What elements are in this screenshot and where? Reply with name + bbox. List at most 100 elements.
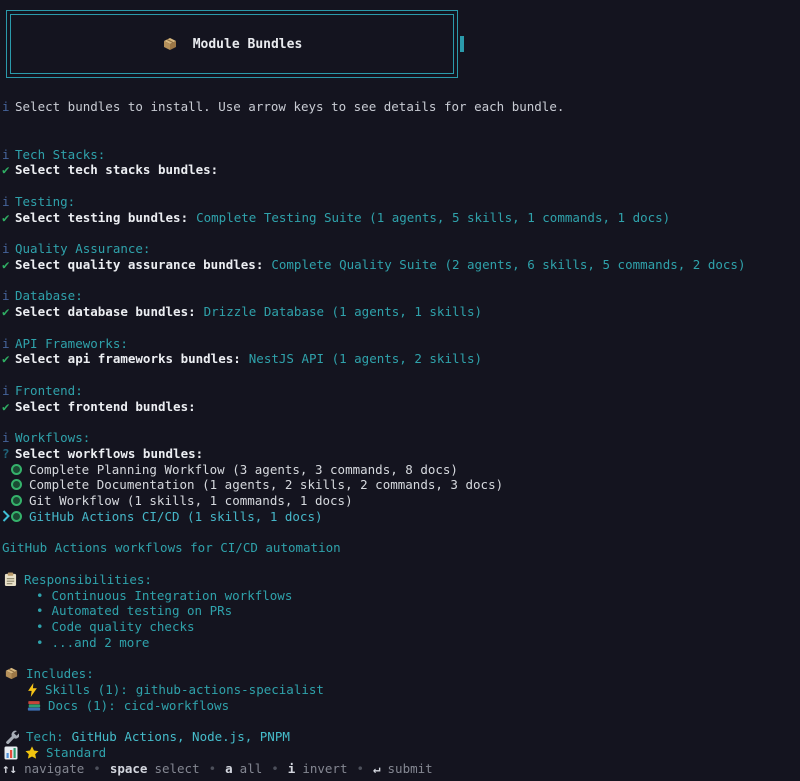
info-icon: i [2, 147, 15, 162]
check-icon: ✔ [2, 257, 15, 272]
section-label: Testing: [15, 194, 75, 209]
section-frontend-question: ✔ Select frontend bundles: [0, 398, 800, 414]
info-icon: i [2, 288, 15, 303]
section-label: Database: [15, 288, 83, 303]
question-text: Select workflows bundles: [15, 446, 203, 461]
section-label: Frontend: [15, 383, 83, 398]
books-icon [27, 699, 41, 712]
lightning-icon [27, 683, 38, 697]
section-quality-assurance-header: i Quality Assurance: [0, 241, 800, 257]
responsibility-item-more: •...and 2 more [0, 635, 800, 651]
tier-label: Standard [46, 745, 106, 760]
section-api-frameworks-question: ✔ Select api frameworks bundles: NestJS … [0, 351, 800, 367]
radio-selected-icon[interactable] [11, 464, 22, 475]
wrench-icon [4, 729, 19, 744]
section-database-question: ✔ Select database bundles: Drizzle Datab… [0, 304, 800, 320]
check-icon: ✔ [2, 304, 15, 319]
info-icon: i [2, 336, 15, 351]
responsibilities-title: Responsibilities: [24, 572, 152, 587]
section-label: Quality Assurance: [15, 241, 150, 256]
key-arrows: ↑↓ [2, 761, 17, 776]
cursor-indicator [460, 36, 464, 52]
section-database-header: i Database: [0, 288, 800, 304]
includes-title: Includes: [26, 666, 94, 681]
info-icon: i [2, 99, 15, 114]
option-label: GitHub Actions CI/CD (1 skills, 1 docs) [29, 509, 323, 524]
question-text: Select api frameworks bundles: [15, 351, 241, 366]
radio-selected-icon[interactable] [11, 495, 22, 506]
question-text: Select frontend bundles: [15, 399, 196, 414]
bullet-icon: • [36, 588, 44, 603]
key-a: a [225, 761, 233, 776]
bullet-icon: • [36, 635, 44, 650]
question-mark-icon: ? [2, 446, 15, 461]
question-text: Select quality assurance bundles: [15, 257, 263, 272]
includes-skills: Skills (1): github-actions-specialist [0, 682, 800, 698]
info-icon: i [2, 241, 15, 256]
option-label: Complete Documentation (1 agents, 2 skil… [29, 477, 503, 492]
separator-dot: • [93, 761, 101, 776]
package-icon [162, 36, 178, 52]
separator-dot: • [209, 761, 217, 776]
section-label: Workflows: [15, 430, 90, 445]
workflow-option-git[interactable]: Git Workflow (1 skills, 1 commands, 1 do… [0, 493, 800, 509]
responsibilities-header: Responsibilities: [0, 572, 800, 588]
pointer-icon [2, 510, 11, 522]
responsibility-item: •Continuous Integration workflows [0, 587, 800, 603]
section-testing-header: i Testing: [0, 194, 800, 210]
radio-selected-icon[interactable] [11, 511, 22, 522]
question-text: Select tech stacks bundles: [15, 162, 218, 177]
key-space: space [110, 761, 148, 776]
info-icon: i [2, 430, 15, 445]
tech-line: Tech: GitHub Actions, Node.js, PNPM [0, 729, 800, 745]
section-testing-question: ✔ Select testing bundles: Complete Testi… [0, 209, 800, 225]
star-icon [25, 746, 39, 759]
info-icon: i [2, 194, 15, 209]
key-i: i [288, 761, 296, 776]
question-answer: Drizzle Database (1 agents, 1 skills) [204, 304, 482, 319]
tech-value: GitHub Actions, Node.js, PNPM [72, 729, 290, 744]
bullet-icon: • [36, 619, 44, 634]
section-api-frameworks-header: i API Frameworks: [0, 335, 800, 351]
check-icon: ✔ [2, 210, 15, 225]
bullet-icon: • [36, 603, 44, 618]
radio-selected-icon[interactable] [11, 479, 22, 490]
option-label: Git Workflow (1 skills, 1 commands, 1 do… [29, 493, 353, 508]
check-icon: ✔ [2, 351, 15, 366]
title-box: Module Bundles [6, 10, 458, 78]
section-tech-stacks-header: i Tech Stacks: [0, 146, 800, 162]
check-icon: ✔ [2, 162, 15, 177]
question-answer: NestJS API (1 agents, 2 skills) [249, 351, 482, 366]
workflow-option-github-actions[interactable]: GitHub Actions CI/CD (1 skills, 1 docs) [0, 509, 800, 525]
tier-line: Standard [0, 745, 800, 761]
question-text: Select database bundles: [15, 304, 196, 319]
section-label: API Frameworks: [15, 336, 128, 351]
includes-header: Includes: [0, 666, 800, 682]
check-icon: ✔ [2, 399, 15, 414]
info-icon: i [2, 383, 15, 398]
terminal-window: Module Bundles i Select bundles to insta… [0, 0, 800, 781]
section-label: Tech Stacks: [15, 147, 105, 162]
intro-text: Select bundles to install. Use arrow key… [15, 99, 564, 114]
section-workflows-header: i Workflows: [0, 430, 800, 446]
workflow-option-planning[interactable]: Complete Planning Workflow (3 agents, 3 … [0, 461, 800, 477]
clipboard-icon [4, 572, 17, 587]
section-tech-stacks-question: ✔ Select tech stacks bundles: [0, 162, 800, 178]
page-title: Module Bundles [193, 37, 303, 52]
section-workflows-question: ? Select workflows bundles: [0, 446, 800, 462]
question-answer: Complete Testing Suite (1 agents, 5 skil… [196, 210, 670, 225]
package-icon [4, 666, 19, 681]
workflow-option-documentation[interactable]: Complete Documentation (1 agents, 2 skil… [0, 477, 800, 493]
includes-docs: Docs (1): cicd-workflows [0, 698, 800, 714]
option-label: Complete Planning Workflow (3 agents, 3 … [29, 462, 458, 477]
separator-dot: • [356, 761, 364, 776]
responsibility-item: •Automated testing on PRs [0, 603, 800, 619]
tech-label: Tech: [26, 729, 64, 744]
enter-icon: ↵ [373, 761, 381, 776]
question-answer: Complete Quality Suite (2 agents, 6 skil… [271, 257, 745, 272]
hint-bar: ↑↓navigate•spaceselect•aall•iinvert•↵sub… [0, 761, 800, 777]
intro-line: i Select bundles to install. Use arrow k… [0, 99, 800, 115]
bundle-description: GitHub Actions workflows for CI/CD autom… [0, 540, 800, 556]
responsibility-item: •Code quality checks [0, 619, 800, 635]
question-text: Select testing bundles: [15, 210, 188, 225]
